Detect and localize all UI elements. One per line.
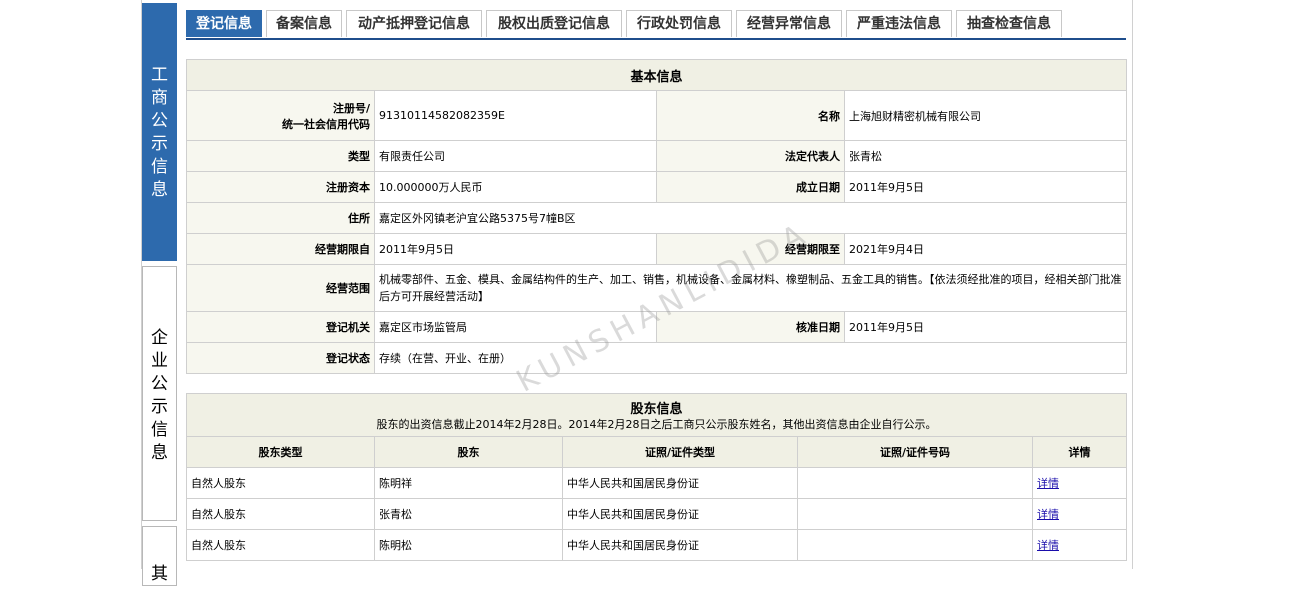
shareholder-id-number: [797, 529, 1033, 561]
company-name-value: 上海旭财精密机械有限公司: [843, 90, 1128, 141]
tab-admin-penalty[interactable]: 行政处罚信息: [626, 10, 732, 37]
reg-label-line2: 统一社会信用代码: [282, 117, 370, 131]
legal-rep-value: 张青松: [843, 140, 1128, 172]
tab-registration[interactable]: 登记信息: [186, 10, 262, 37]
founded-value: 2011年9月5日: [843, 171, 1128, 203]
sidetab-char: 商: [151, 88, 168, 108]
detail-link[interactable]: 详情: [1037, 539, 1059, 552]
term-from-label: 经营期限自: [186, 233, 375, 265]
col-header-detail: 详情: [1032, 436, 1127, 468]
side-nav: 工 商 公 示 信 息 企 业 公 示 信 息 其: [142, 3, 179, 591]
sidenav-other-tab[interactable]: 其: [142, 526, 177, 586]
shareholder-type: 自然人股东: [186, 498, 375, 530]
table-row: 自然人股东 陈明祥 中华人民共和国居民身份证 详情: [186, 467, 1127, 499]
shareholders-title: 股东信息: [630, 401, 683, 417]
shareholder-id-type: 中华人民共和国居民身份证: [562, 498, 798, 530]
authority-label: 登记机关: [186, 311, 375, 343]
sidetab-char: 其: [151, 564, 168, 584]
address-value: 嘉定区外冈镇老沪宜公路5375号7幢B区: [373, 202, 1128, 234]
approved-label: 核准日期: [656, 311, 845, 343]
sidetab-char: 示: [151, 134, 168, 154]
address-label: 住所: [186, 202, 375, 234]
tab-chattel-mortgage[interactable]: 动产抵押登记信息: [346, 10, 482, 37]
sidenav-gongshang-tab[interactable]: 工 商 公 示 信 息: [142, 3, 177, 261]
shareholder-name: 陈明祥: [374, 467, 563, 499]
tab-spot-check[interactable]: 抽查检查信息: [956, 10, 1062, 37]
col-header-id-type: 证照/证件类型: [562, 436, 798, 468]
company-name-label: 名称: [656, 90, 845, 141]
col-header-type: 股东类型: [186, 436, 375, 468]
term-to-value: 2021年9月4日: [843, 233, 1128, 265]
type-label: 类型: [186, 140, 375, 172]
capital-value: 10.000000万人民币: [374, 171, 657, 203]
shareholder-id-number: [797, 467, 1033, 499]
sidetab-char: 公: [151, 374, 168, 394]
tab-bar: 登记信息 备案信息 动产抵押登记信息 股权出质登记信息 行政处罚信息 经营异常信…: [186, 10, 1126, 40]
legal-rep-label: 法定代表人: [656, 140, 845, 172]
sidetab-char: 息: [151, 180, 168, 200]
sidetab-char: 企: [151, 328, 168, 348]
shareholder-id-type: 中华人民共和国居民身份证: [562, 529, 798, 561]
shareholder-type: 自然人股东: [186, 529, 375, 561]
tab-serious-violation[interactable]: 严重违法信息: [846, 10, 952, 37]
shareholder-id-number: [797, 498, 1033, 530]
sidetab-char: 业: [151, 351, 168, 371]
approved-value: 2011年9月5日: [843, 311, 1128, 343]
reg-number-value: 91310114582082359E: [374, 90, 657, 141]
type-value: 有限责任公司: [374, 140, 657, 172]
tab-abnormal-operation[interactable]: 经营异常信息: [736, 10, 842, 37]
reg-number-label: 注册号/统一社会信用代码: [186, 90, 375, 141]
shareholders-note: 股东的出资信息截止2014年2月28日。2014年2月28日之后工商只公示股东姓…: [376, 417, 937, 431]
col-header-shareholder: 股东: [374, 436, 563, 468]
shareholder-type: 自然人股东: [186, 467, 375, 499]
basic-info-caption: 基本信息: [185, 59, 1128, 91]
scope-value: 机械零部件、五金、模具、金属结构件的生产、加工、销售，机械设备、金属材料、橡塑制…: [373, 264, 1128, 312]
founded-label: 成立日期: [656, 171, 845, 203]
sidenav-qiye-tab[interactable]: 企 业 公 示 信 息: [142, 266, 177, 521]
shareholders-caption: 股东信息 股东的出资信息截止2014年2月28日。2014年2月28日之后工商只…: [186, 393, 1127, 437]
shareholders-table: 股东信息 股东的出资信息截止2014年2月28日。2014年2月28日之后工商只…: [186, 393, 1127, 561]
term-to-label: 经营期限至: [656, 233, 845, 265]
sidetab-char: 信: [151, 420, 168, 440]
status-value: 存续（在营、开业、在册）: [373, 342, 1128, 374]
status-label: 登记状态: [186, 342, 375, 374]
table-row: 自然人股东 张青松 中华人民共和国居民身份证 详情: [186, 498, 1127, 530]
detail-link[interactable]: 详情: [1037, 477, 1059, 490]
tab-filing[interactable]: 备案信息: [266, 10, 342, 37]
sidetab-char: 示: [151, 397, 168, 417]
basic-info-table: 基本信息 注册号/统一社会信用代码 91310114582082359E 名称 …: [185, 59, 1128, 374]
sidetab-char: 公: [151, 111, 168, 131]
capital-label: 注册资本: [186, 171, 375, 203]
shareholder-name: 张青松: [374, 498, 563, 530]
tab-equity-pledge[interactable]: 股权出质登记信息: [486, 10, 622, 37]
sidetab-char: 息: [151, 443, 168, 463]
scope-label: 经营范围: [186, 264, 375, 312]
sidetab-char: 工: [151, 65, 168, 85]
table-row: 自然人股东 陈明松 中华人民共和国居民身份证 详情: [186, 529, 1127, 561]
authority-value: 嘉定区市场监管局: [374, 311, 657, 343]
detail-link[interactable]: 详情: [1037, 508, 1059, 521]
shareholder-name: 陈明松: [374, 529, 563, 561]
shareholder-id-type: 中华人民共和国居民身份证: [562, 467, 798, 499]
col-header-id-number: 证照/证件号码: [797, 436, 1033, 468]
sidetab-char: 信: [151, 157, 168, 177]
term-from-value: 2011年9月5日: [374, 233, 657, 265]
reg-label-line1: 注册号/: [332, 101, 370, 115]
